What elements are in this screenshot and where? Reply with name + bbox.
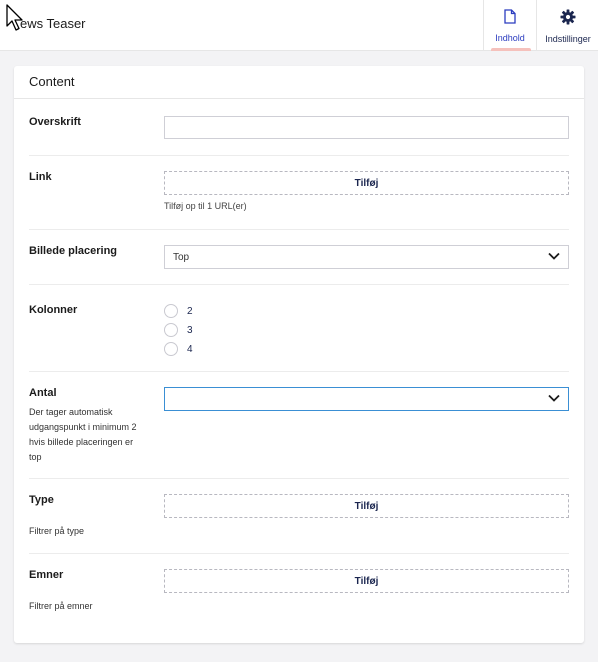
gear-icon bbox=[560, 9, 576, 30]
radio-label: 4 bbox=[187, 343, 193, 355]
field-label: Link bbox=[29, 171, 52, 183]
chevron-down-icon bbox=[548, 252, 560, 264]
description-line: udgangspunkt i minimum 2 bbox=[29, 422, 137, 432]
field-label: Antal bbox=[29, 387, 57, 399]
type-description: Filtrer på type bbox=[29, 526, 85, 536]
antal-select[interactable] bbox=[164, 387, 569, 411]
field-link: Link Tilføj Tilføj op til 1 URL(er) bbox=[29, 171, 569, 230]
billede-placering-select[interactable]: Top bbox=[164, 245, 569, 269]
field-overskrift: Overskrift bbox=[29, 116, 569, 156]
radio-button[interactable] bbox=[164, 342, 178, 356]
active-tab-indicator bbox=[491, 48, 531, 51]
editor-header: ews Teaser Indhold Indstillinger bbox=[0, 0, 598, 51]
page-title: ews Teaser bbox=[20, 16, 86, 31]
link-add-button[interactable]: Tilføj bbox=[164, 171, 569, 195]
field-type: Type Filtrer på type Tilføj bbox=[29, 494, 569, 554]
tab-indstillinger[interactable]: Indstillinger bbox=[538, 0, 598, 51]
antal-description: Der tager automatisk udgangspunkt i mini… bbox=[29, 405, 137, 465]
content-panel: Content Overskrift Link Tilføj Tilføj op… bbox=[14, 66, 584, 643]
radio-button[interactable] bbox=[164, 304, 178, 318]
select-value: Top bbox=[173, 251, 190, 263]
panel-title: Content bbox=[14, 66, 584, 99]
tab-label: Indhold bbox=[495, 33, 525, 43]
description-line: Der tager automatisk bbox=[29, 407, 113, 417]
kolonner-radio-group: 2 3 4 bbox=[164, 304, 569, 364]
field-label: Type bbox=[29, 494, 54, 506]
radio-option-2[interactable]: 2 bbox=[164, 304, 193, 318]
tab-indhold[interactable]: Indhold bbox=[483, 0, 537, 51]
field-antal: Antal Der tager automatisk udgangspunkt … bbox=[29, 387, 569, 479]
field-label: Billede placering bbox=[29, 245, 118, 257]
field-kolonner: Kolonner 2 3 4 bbox=[29, 304, 569, 372]
radio-button[interactable] bbox=[164, 323, 178, 337]
description-line: top bbox=[29, 452, 42, 462]
field-label: Emner bbox=[29, 569, 64, 581]
emner-add-button[interactable]: Tilføj bbox=[164, 569, 569, 593]
mouse-cursor-icon bbox=[6, 4, 24, 37]
overskrift-input[interactable] bbox=[164, 116, 569, 139]
emner-description: Filtrer på emner bbox=[29, 601, 93, 611]
radio-option-4[interactable]: 4 bbox=[164, 342, 193, 356]
type-add-button[interactable]: Tilføj bbox=[164, 494, 569, 518]
radio-label: 2 bbox=[187, 305, 193, 317]
tab-label: Indstillinger bbox=[545, 34, 591, 44]
field-emner: Emner Filtrer på emner Tilføj bbox=[29, 569, 569, 629]
document-icon bbox=[504, 9, 516, 29]
radio-label: 3 bbox=[187, 324, 193, 336]
radio-option-3[interactable]: 3 bbox=[164, 323, 193, 337]
chevron-down-icon bbox=[548, 394, 560, 406]
field-billede-placering: Billede placering Top bbox=[29, 245, 569, 285]
field-label: Overskrift bbox=[29, 116, 81, 128]
description-line: hvis billede placeringen er bbox=[29, 437, 134, 447]
link-helper-text: Tilføj op til 1 URL(er) bbox=[164, 201, 247, 211]
field-label: Kolonner bbox=[29, 304, 78, 316]
